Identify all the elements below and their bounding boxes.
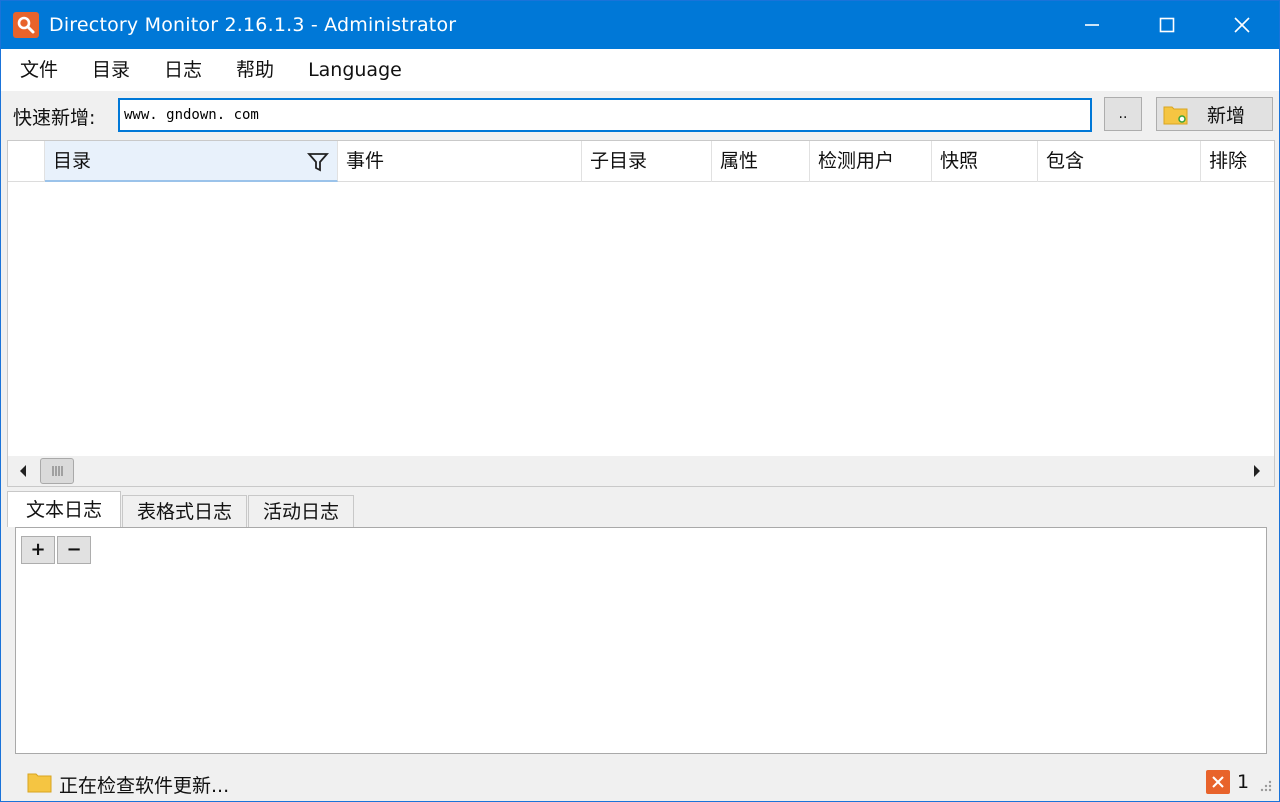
add-button-label: 新增 bbox=[1207, 104, 1246, 127]
column-header-directory[interactable]: 目录 ˆ bbox=[45, 141, 338, 182]
scroll-right-icon[interactable] bbox=[1250, 462, 1264, 480]
text-log-panel[interactable]: + − bbox=[15, 527, 1267, 754]
status-text: 正在检查软件更新... bbox=[59, 775, 230, 797]
column-header-snapshot[interactable]: 快照 bbox=[932, 141, 1038, 182]
grid-header: 目录 ˆ 事件 子目录 属性 检测用户 快照 包含 排除 bbox=[8, 141, 1274, 182]
zoom-out-button[interactable]: − bbox=[57, 536, 91, 564]
scroll-left-icon[interactable] bbox=[16, 462, 30, 480]
column-header-detect-user[interactable]: 检测用户 bbox=[810, 141, 932, 182]
menu-bar: 文件 目录 日志 帮助 Language bbox=[1, 49, 1279, 91]
close-icon bbox=[1233, 17, 1250, 33]
quick-add-input[interactable]: www. gndown. com bbox=[118, 98, 1092, 132]
app-search-icon bbox=[13, 12, 39, 38]
column-header-event[interactable]: 事件 bbox=[338, 141, 582, 182]
menu-directory[interactable]: 目录 bbox=[73, 49, 145, 91]
grip-lines-icon bbox=[52, 466, 63, 476]
quick-add-bar: 快速新增: www. gndown. com .. 新增 bbox=[1, 91, 1279, 139]
column-header-exclude[interactable]: 排除 bbox=[1201, 141, 1274, 182]
column-header-attributes[interactable]: 属性 bbox=[712, 141, 810, 182]
maximize-button[interactable] bbox=[1129, 1, 1204, 49]
tab-text-log[interactable]: 文本日志 bbox=[7, 491, 122, 527]
minimize-button[interactable] bbox=[1054, 1, 1129, 49]
error-icon[interactable] bbox=[1206, 770, 1230, 794]
tab-table-log[interactable]: 表格式日志 bbox=[122, 495, 248, 527]
filter-icon[interactable] bbox=[307, 151, 329, 173]
column-header-subdirectory[interactable]: 子目录 bbox=[582, 141, 712, 182]
menu-language[interactable]: Language bbox=[289, 49, 417, 91]
folder-icon bbox=[27, 773, 52, 793]
minimize-icon bbox=[1084, 24, 1099, 26]
menu-log[interactable]: 日志 bbox=[145, 49, 217, 91]
browse-button[interactable]: .. bbox=[1104, 97, 1142, 131]
menu-help[interactable]: 帮助 bbox=[217, 49, 289, 91]
error-count: 1 bbox=[1237, 771, 1250, 793]
maximize-icon bbox=[1159, 17, 1174, 33]
folder-add-icon bbox=[1163, 106, 1188, 125]
grid-indicator-column bbox=[8, 141, 45, 182]
column-directory-label: 目录 bbox=[53, 150, 92, 172]
title-bar[interactable]: Directory Monitor 2.16.1.3 - Administrat… bbox=[1, 1, 1279, 49]
window-title: Directory Monitor 2.16.1.3 - Administrat… bbox=[49, 14, 457, 36]
log-tabs: 文本日志 表格式日志 活动日志 bbox=[7, 491, 355, 527]
tab-activity-log[interactable]: 活动日志 bbox=[248, 495, 355, 527]
directory-grid[interactable]: 目录 ˆ 事件 子目录 属性 检测用户 快照 包含 排除 bbox=[7, 140, 1275, 487]
status-bar: 正在检查软件更新... 1 bbox=[1, 763, 1279, 801]
close-button[interactable] bbox=[1204, 1, 1279, 49]
scroll-thumb[interactable] bbox=[40, 458, 74, 484]
zoom-in-button[interactable]: + bbox=[21, 536, 55, 564]
menu-file[interactable]: 文件 bbox=[1, 49, 73, 91]
sort-ascending-icon: ˆ bbox=[187, 141, 195, 149]
add-button[interactable]: 新增 bbox=[1156, 97, 1273, 131]
column-header-include[interactable]: 包含 bbox=[1038, 141, 1201, 182]
resize-grip-icon[interactable] bbox=[1257, 779, 1273, 795]
horizontal-scrollbar[interactable] bbox=[8, 456, 1274, 486]
quick-add-label: 快速新增: bbox=[13, 107, 96, 129]
app-window: Directory Monitor 2.16.1.3 - Administrat… bbox=[0, 0, 1280, 802]
